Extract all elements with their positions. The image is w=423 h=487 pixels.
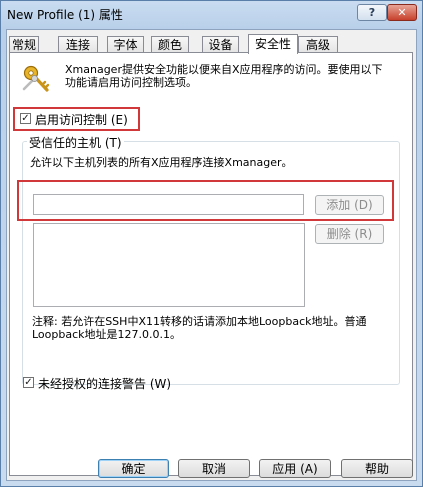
description-line-1: Xmanager提供安全功能以便来自X应用程序的访问。要使用以下 (65, 63, 383, 76)
trusted-hosts-group-title: 受信任的主机 (T) (27, 134, 124, 151)
enable-access-control-checkbox[interactable]: ✓ (20, 113, 31, 124)
tab-security[interactable]: 安全性 (248, 34, 298, 54)
enable-access-control-label[interactable]: 启用访问控制 (E) (35, 111, 128, 128)
check-mark-icon: ✓ (24, 377, 33, 388)
unauthorized-warning-checkbox[interactable]: ✓ (23, 377, 34, 388)
apply-button[interactable]: 应用 (A) (259, 459, 331, 478)
trusted-hosts-list[interactable] (33, 223, 305, 307)
security-description: Xmanager提供安全功能以便来自X应用程序的访问。要使用以下 功能请启用访问… (65, 63, 383, 89)
window-title: New Profile (1) 属性 (7, 8, 123, 22)
tab-connection[interactable]: 连接 (58, 36, 98, 53)
help-button[interactable]: 帮助 (341, 459, 413, 478)
add-button[interactable]: 添加 (D) (315, 195, 384, 215)
host-input[interactable] (33, 194, 304, 215)
description-line-2: 功能请启用访问控制选项。 (65, 76, 197, 89)
unauthorized-warning-label[interactable]: 未经授权的连接警告 (W) (38, 375, 171, 392)
tab-strip: 常规 连接 字体 颜色 设备 安全性 高级 (7, 34, 416, 54)
tab-color[interactable]: 颜色 (151, 36, 189, 53)
check-mark-icon: ✓ (21, 113, 30, 124)
tab-advanced[interactable]: 高级 (298, 36, 338, 53)
tab-general[interactable]: 常规 (9, 36, 39, 53)
trusted-hosts-instruction: 允许以下主机列表的所有X应用程序连接Xmanager。 (30, 156, 293, 169)
title-bar[interactable]: New Profile (1) 属性 ? ✕ (1, 1, 422, 27)
remove-button[interactable]: 删除 (R) (315, 224, 384, 244)
close-button[interactable]: ✕ (387, 4, 417, 21)
keys-icon (20, 63, 52, 95)
note-line-1: 注释: 若允许在SSH中X11转移的话请添加本地Loopback地址。普通 (32, 315, 367, 328)
security-tab-panel: Xmanager提供安全功能以便来自X应用程序的访问。要使用以下 功能请启用访问… (9, 52, 413, 476)
cancel-button[interactable]: 取消 (178, 459, 250, 478)
loopback-note: 注释: 若允许在SSH中X11转移的话请添加本地Loopback地址。普通 Lo… (32, 315, 367, 341)
tab-device[interactable]: 设备 (202, 36, 239, 53)
note-line-2: Loopback地址是127.0.0.1。 (32, 328, 181, 341)
dialog-client-area: 常规 连接 字体 颜色 设备 安全性 高级 Xmanager提供安全功能以便来自… (6, 29, 417, 481)
ok-button[interactable]: 确定 (98, 459, 169, 478)
properties-dialog: New Profile (1) 属性 ? ✕ 常规 连接 字体 颜色 设备 安全… (0, 0, 423, 487)
tab-font[interactable]: 字体 (107, 36, 144, 53)
help-title-button[interactable]: ? (357, 4, 387, 21)
